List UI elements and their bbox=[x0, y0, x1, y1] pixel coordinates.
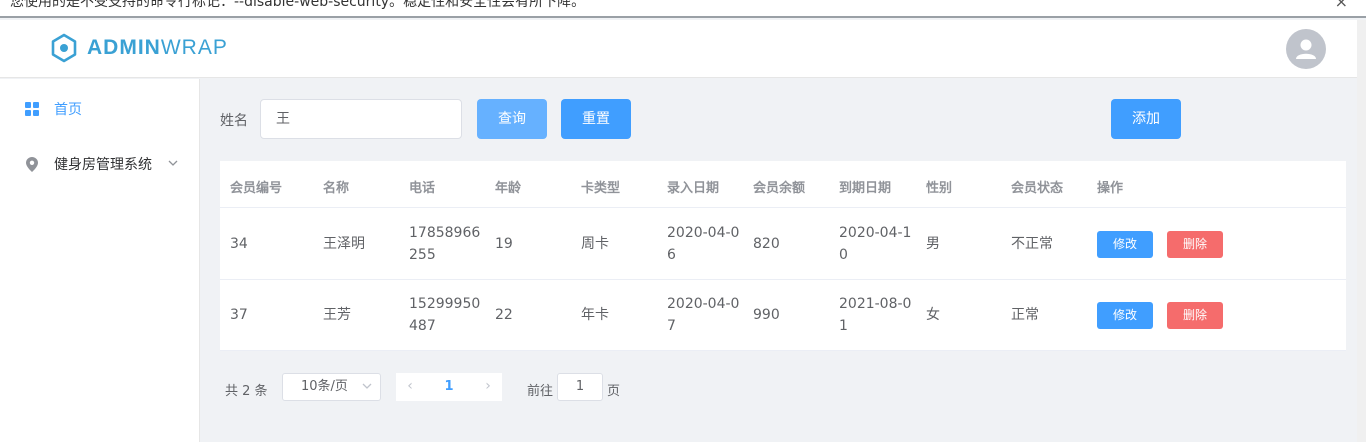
top-header: ADMINWRAP bbox=[0, 20, 1366, 78]
sidebar-item-label: 健身房管理系统 bbox=[54, 157, 152, 173]
column-header: 录入日期 bbox=[667, 181, 720, 196]
unsupported-flag-infobar: 您使用的是不受支持的命令行标记：--disable-web-security。稳… bbox=[0, 0, 1366, 18]
cell-balance: 990 bbox=[753, 307, 780, 323]
column-header: 会员状态 bbox=[1011, 181, 1064, 196]
cell-status: 不正常 bbox=[1011, 236, 1053, 252]
cell-status: 正常 bbox=[1011, 307, 1039, 323]
page-scrollbar[interactable] bbox=[1357, 20, 1366, 442]
table-row: 37 王芳 15299950487 22 年卡 2020-04-07 990 2… bbox=[220, 280, 1346, 351]
sidebar-item-gym-management[interactable]: 健身房管理系统 bbox=[0, 136, 199, 192]
table-header: 会员编号 名称 电话 年龄 卡类型 录入日期 会员余额 到期日期 性别 会员状态… bbox=[220, 161, 1346, 208]
total-count: 共 2 条 bbox=[225, 384, 268, 399]
cell-expire-date: 2020-04-10 bbox=[839, 225, 912, 263]
sidebar-item-home[interactable]: 首页 bbox=[0, 81, 199, 137]
reset-button[interactable]: 重置 bbox=[561, 99, 631, 139]
goto-suffix: 页 bbox=[607, 384, 621, 399]
chevron-down-icon bbox=[362, 374, 372, 400]
name-filter-label: 姓名 bbox=[220, 113, 248, 129]
cell-entry-date: 2020-04-07 bbox=[667, 296, 740, 334]
cell-member-id: 37 bbox=[230, 307, 248, 323]
cell-member-id: 34 bbox=[230, 236, 248, 252]
column-header: 性别 bbox=[926, 181, 953, 196]
members-table: 会员编号 名称 电话 年龄 卡类型 录入日期 会员余额 到期日期 性别 会员状态… bbox=[220, 161, 1346, 351]
delete-button[interactable]: 删除 bbox=[1167, 231, 1223, 258]
add-button[interactable]: 添加 bbox=[1111, 99, 1181, 139]
cell-age: 19 bbox=[495, 236, 513, 252]
location-pin-icon bbox=[24, 156, 40, 172]
edit-button[interactable]: 修改 bbox=[1097, 231, 1153, 258]
next-page-button[interactable]: › bbox=[474, 373, 502, 401]
column-header: 操作 bbox=[1097, 181, 1124, 196]
column-header: 电话 bbox=[409, 181, 436, 196]
page-size-select[interactable]: 10条/页 bbox=[282, 373, 381, 401]
sidebar: 首页 健身房管理系统 bbox=[0, 79, 200, 442]
goto-label: 前往 bbox=[527, 384, 554, 399]
logo[interactable]: ADMINWRAP bbox=[50, 33, 228, 63]
user-avatar[interactable] bbox=[1286, 29, 1326, 69]
prev-page-button[interactable]: ‹ bbox=[396, 373, 424, 401]
cell-balance: 820 bbox=[753, 236, 780, 252]
column-header: 年龄 bbox=[495, 181, 522, 196]
column-header: 卡类型 bbox=[581, 181, 621, 196]
cell-phone: 15299950487 bbox=[409, 296, 481, 334]
cell-expire-date: 2021-08-01 bbox=[839, 296, 912, 334]
column-header: 会员编号 bbox=[230, 181, 283, 196]
column-header: 名称 bbox=[323, 181, 350, 196]
logo-text: ADMINWRAP bbox=[87, 36, 228, 59]
name-search-input[interactable]: 王 bbox=[260, 99, 462, 139]
hexagon-logo-icon bbox=[51, 33, 77, 63]
chevron-down-icon bbox=[168, 156, 178, 169]
delete-button[interactable]: 删除 bbox=[1167, 302, 1223, 329]
goto-page-input[interactable]: 1 bbox=[557, 373, 603, 401]
cell-name: 王芳 bbox=[323, 307, 351, 323]
main-content: 姓名 王 查询 重置 添加 会员编号 名称 电话 年龄 卡类型 录入日期 会员余… bbox=[200, 79, 1357, 442]
page-number-current[interactable]: 1 bbox=[424, 373, 474, 401]
cell-phone: 17858966255 bbox=[409, 225, 481, 263]
close-icon[interactable]: × bbox=[1335, 0, 1348, 11]
cell-card-type: 周卡 bbox=[581, 236, 609, 252]
cell-gender: 女 bbox=[926, 307, 940, 323]
cell-card-type: 年卡 bbox=[581, 307, 609, 323]
column-header: 会员余额 bbox=[753, 181, 806, 196]
cell-age: 22 bbox=[495, 307, 513, 323]
edit-button[interactable]: 修改 bbox=[1097, 302, 1153, 329]
cell-gender: 男 bbox=[926, 236, 940, 252]
query-button[interactable]: 查询 bbox=[477, 99, 547, 139]
page-size-value: 10条/页 bbox=[301, 379, 348, 394]
column-header: 到期日期 bbox=[839, 181, 892, 196]
cell-name: 王泽明 bbox=[323, 236, 365, 252]
infobar-message: 您使用的是不受支持的命令行标记：--disable-web-security。稳… bbox=[10, 0, 586, 10]
table-row: 34 王泽明 17858966255 19 周卡 2020-04-06 820 … bbox=[220, 209, 1346, 280]
cell-entry-date: 2020-04-06 bbox=[667, 225, 740, 263]
grid-icon bbox=[24, 101, 40, 117]
user-icon bbox=[1296, 39, 1316, 59]
sidebar-item-label: 首页 bbox=[54, 102, 82, 118]
